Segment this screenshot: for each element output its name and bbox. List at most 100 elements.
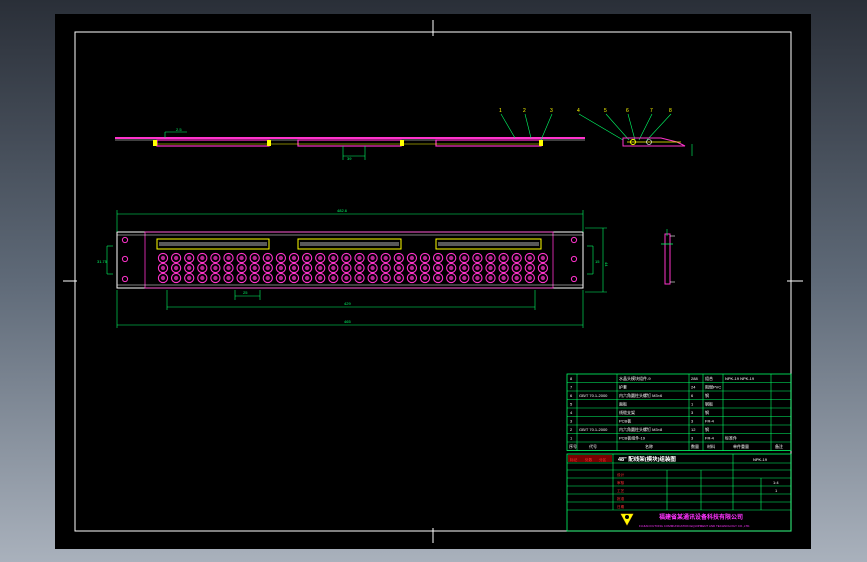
rj45-port — [459, 272, 470, 284]
bom-material: 钢 — [705, 426, 709, 432]
bom-material: 组合 — [705, 375, 713, 381]
bom-seq: 1 — [570, 436, 573, 441]
bom-name: 水晶头模块组件-9 — [619, 375, 651, 381]
bom-header-cell: 序号 — [569, 443, 577, 449]
balloon-8: 8 — [669, 108, 672, 114]
company-name-cn: 福建省某通讯设备科技有限公司 — [658, 513, 743, 521]
drawing-border — [74, 31, 792, 532]
bom-name: 面板 — [619, 401, 627, 407]
rj45-port — [498, 272, 509, 284]
rj45-port — [301, 262, 313, 274]
rj45-port — [459, 252, 470, 264]
rj45-port — [537, 252, 549, 264]
rj45-port — [537, 262, 549, 274]
rj45-port — [236, 272, 247, 284]
bom-table: 8 水晶头模块组件-9 288 组合 NPK-19 NPK-197 护套 24 阻燃PVC6 G… — [566, 373, 792, 451]
rj45-port — [223, 252, 234, 264]
rj45-port — [419, 262, 431, 274]
balloon-7: 7 — [650, 108, 653, 114]
rj45-port — [354, 272, 365, 284]
drawing-title: 48" 配线架(模块)组装图 — [618, 455, 676, 463]
bom-seq: 8 — [570, 376, 573, 381]
balloon-1: 1 — [499, 108, 502, 114]
bom-material: 钢 — [705, 409, 709, 415]
bom-material: FR-4 — [705, 436, 715, 441]
label-design: 设计 — [617, 472, 625, 477]
bom-header-cell: 名称 — [645, 443, 653, 449]
rj45-port — [485, 262, 496, 274]
rj45-port — [472, 262, 483, 274]
rj45-port — [406, 272, 418, 284]
rj45-port — [354, 252, 365, 264]
label-review: 审核 — [617, 480, 625, 485]
rj45-port — [393, 272, 404, 284]
side-view — [661, 229, 675, 285]
dim-inner-pitch: 429 — [344, 301, 351, 306]
rj45-port — [511, 262, 522, 274]
label-zone: 分区 — [599, 457, 607, 462]
rj45-port — [315, 252, 326, 264]
rj45-port — [511, 252, 522, 264]
rj45-port-grid — [157, 252, 549, 284]
rj45-port — [184, 272, 195, 284]
rj45-port — [262, 262, 273, 274]
rj45-port — [301, 272, 313, 284]
rj45-port — [262, 272, 273, 284]
rj45-port — [446, 272, 457, 284]
rj45-port — [419, 252, 431, 264]
rj45-port — [354, 262, 365, 274]
drawing-number: NPK-19 — [753, 457, 768, 462]
rj45-port — [432, 262, 444, 274]
label-count: 处数 — [585, 457, 593, 462]
bom-qty: 3 — [691, 410, 694, 415]
rj45-port — [446, 252, 457, 264]
bom-seq: 3 — [570, 419, 573, 424]
bom-name: PCB板 — [619, 418, 631, 424]
rj45-port — [275, 252, 287, 264]
balloon-4: 4 — [577, 108, 580, 114]
label-date: 日期 — [617, 504, 625, 509]
bom-header-cell: 材料 — [707, 443, 715, 449]
rj45-port — [315, 262, 326, 274]
balloon-3: 3 — [550, 108, 553, 114]
rj45-port — [249, 252, 260, 264]
rj45-port — [341, 252, 352, 264]
bom-qty: 12 — [691, 427, 696, 432]
bom-header-cell: 单件重量 — [733, 443, 749, 449]
rj45-port — [367, 252, 378, 264]
rj45-port — [157, 252, 169, 264]
cad-viewport[interactable]: 39 2.5 1 2 3 4 5 6 7 8 482.6 429 465 25 … — [55, 14, 811, 549]
front-dimensions — [106, 210, 607, 328]
dim-mount-pitch: 31.75 — [97, 259, 108, 264]
rj45-port — [197, 252, 208, 264]
rj45-port — [288, 262, 300, 274]
company-name-en: FUJIAN FUTONG COMMUNICATION EQUIPMENT AN… — [639, 524, 750, 528]
rj45-port — [485, 252, 496, 264]
bom-qty: 3 — [691, 419, 694, 424]
dim-mount-height: 44 — [604, 262, 609, 267]
balloon-5: 5 — [604, 108, 607, 114]
rj45-port — [223, 262, 234, 274]
rj45-port — [406, 262, 418, 274]
rj45-port — [275, 272, 287, 284]
rj45-port — [157, 272, 169, 284]
bom-name: 内六角圆柱头螺钉 M3×8 — [619, 426, 663, 432]
bom-seq: 7 — [570, 385, 573, 390]
rj45-port — [446, 262, 457, 274]
rj45-port — [328, 252, 339, 264]
rj45-port — [432, 252, 444, 264]
rj45-port — [432, 272, 444, 284]
balloon-2: 2 — [523, 108, 526, 114]
rj45-port — [406, 252, 418, 264]
rj45-port — [170, 252, 182, 264]
title-block-labels: 标记 处数 分区 设计 审核 工艺 批准 日期 — [570, 457, 625, 509]
rj45-port — [184, 252, 195, 264]
rj45-port — [275, 262, 287, 274]
rj45-port — [524, 272, 535, 284]
rj45-port — [367, 262, 378, 274]
rj45-port — [380, 272, 391, 284]
rj45-port — [236, 252, 247, 264]
label-process: 工艺 — [617, 488, 625, 493]
bom-name: 内六角圆柱头螺钉 M3×6 — [619, 392, 663, 398]
rj45-port — [157, 262, 169, 274]
